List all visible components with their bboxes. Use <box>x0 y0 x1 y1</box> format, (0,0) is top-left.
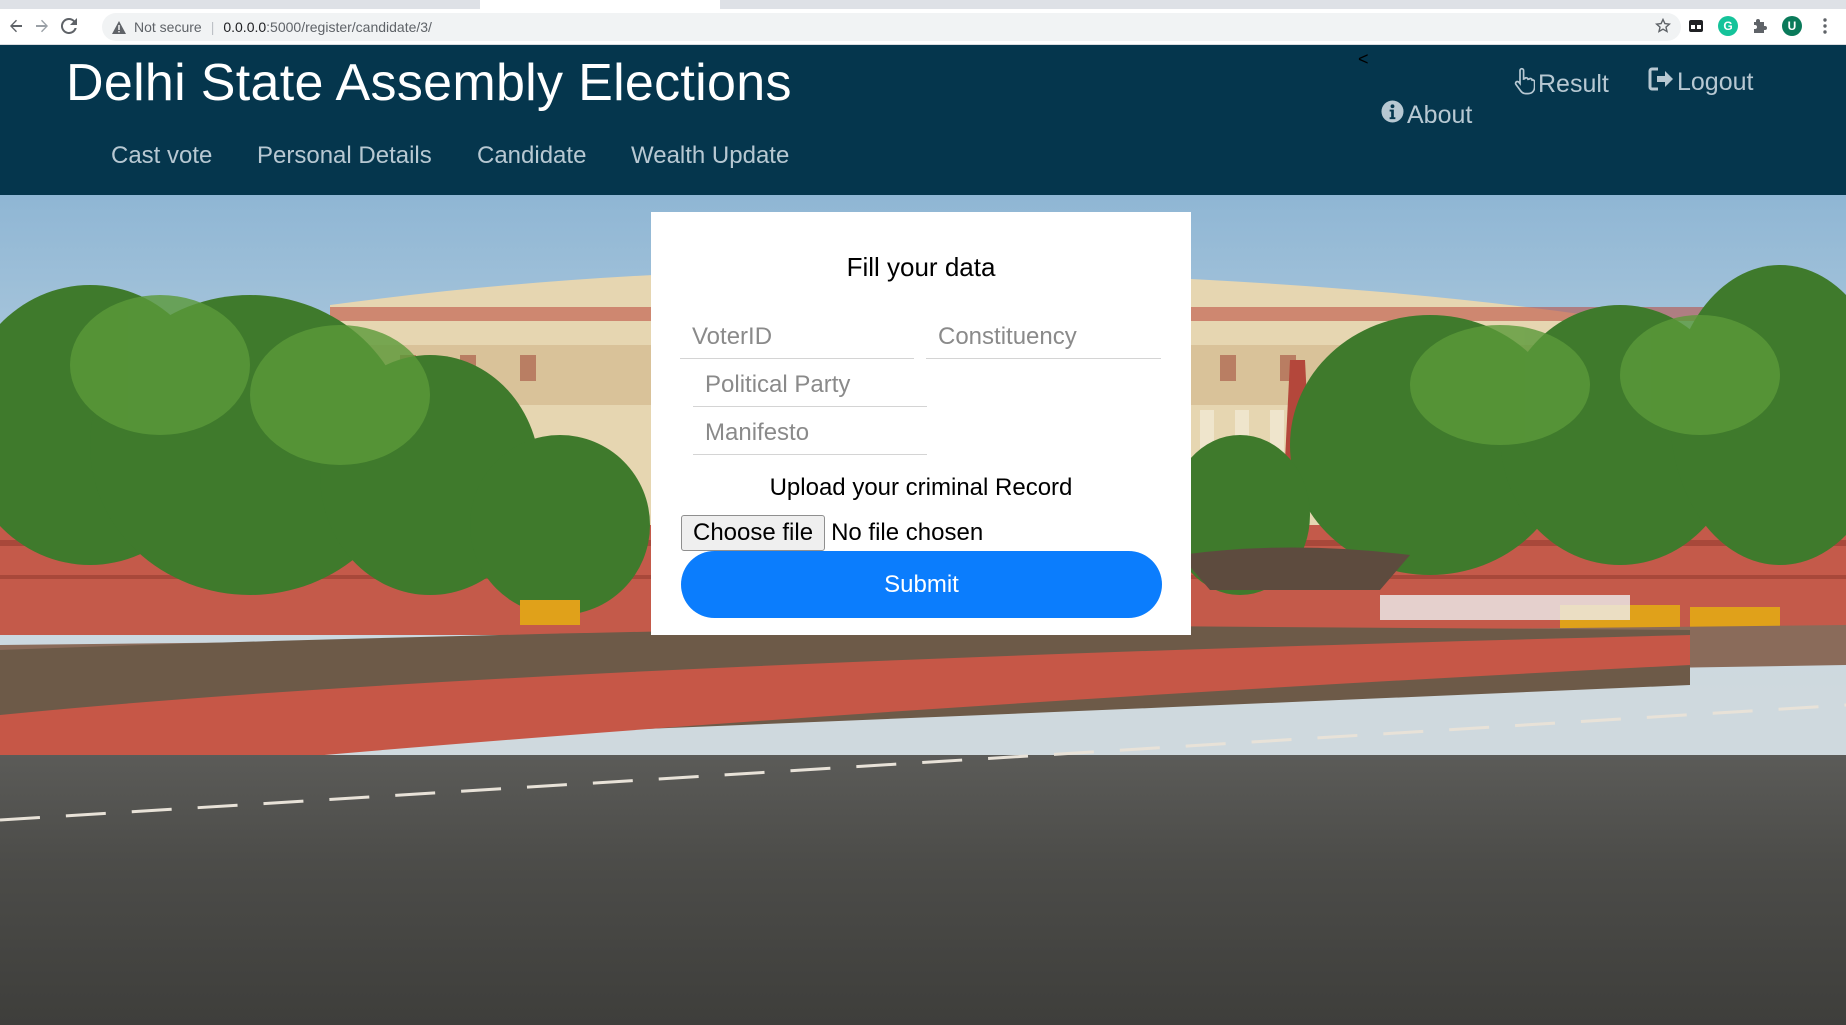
grammarly-extension-icon[interactable]: G <box>1718 16 1738 36</box>
about-link[interactable]: About <box>1381 100 1472 130</box>
logout-link[interactable]: Logout <box>1648 67 1753 98</box>
about-label: About <box>1407 100 1473 129</box>
nav-personal-details[interactable]: Personal Details <box>257 142 432 170</box>
hand-pointer-icon <box>1513 67 1538 102</box>
site-title: Delhi State Assembly Elections <box>66 54 792 112</box>
forward-arrow-icon[interactable] <box>28 12 56 40</box>
chrome-menu-icon[interactable] <box>1815 16 1835 36</box>
caret-glyph: < <box>1358 49 1369 69</box>
browser-toolbar: Not secure | 0.0.0.0:5000/register/candi… <box>0 9 1846 45</box>
form-title: Fill your data <box>846 252 996 282</box>
political-party-input[interactable] <box>693 363 927 407</box>
address-bar[interactable]: Not secure | 0.0.0.0:5000/register/candi… <box>102 13 1681 41</box>
extensions-puzzle-icon[interactable] <box>1750 16 1770 36</box>
file-status: No file chosen <box>831 519 984 546</box>
security-status: Not secure <box>134 19 202 35</box>
constituency-input[interactable] <box>926 315 1161 359</box>
browser-tab-strip <box>0 0 1846 9</box>
upload-label: Upload your criminal Record <box>769 474 1073 501</box>
url-separator: | <box>210 19 215 35</box>
sign-out-icon <box>1648 67 1677 98</box>
submit-button[interactable]: Submit <box>681 551 1162 618</box>
site-header: Delhi State Assembly Elections < Cast vo… <box>0 45 1846 195</box>
choose-file-button[interactable]: Choose file <box>681 515 826 551</box>
url-path: :5000/register/candidate/3/ <box>266 19 432 35</box>
result-label: Result <box>1538 70 1609 98</box>
info-circle-icon <box>1381 100 1407 130</box>
result-link[interactable]: Result <box>1513 67 1609 102</box>
nav-wealth-update[interactable]: Wealth Update <box>631 142 789 170</box>
logout-label: Logout <box>1677 68 1754 96</box>
bookmark-star-icon[interactable] <box>1654 17 1672 37</box>
warning-icon <box>112 20 126 34</box>
manifesto-input[interactable] <box>693 411 927 455</box>
active-tab[interactable] <box>480 0 720 9</box>
tab-search-icon[interactable] <box>1686 16 1706 36</box>
back-arrow-icon[interactable] <box>2 12 30 40</box>
profile-avatar[interactable]: U <box>1782 16 1802 36</box>
url-host: 0.0.0.0 <box>223 19 267 35</box>
nav-cast-vote[interactable]: Cast vote <box>111 142 212 170</box>
candidate-form-card: Fill your data Upload your criminal Reco… <box>651 212 1191 635</box>
reload-icon[interactable] <box>55 12 83 40</box>
file-upload: Choose file No file chosen <box>681 515 983 551</box>
voter-id-input[interactable] <box>680 315 914 359</box>
nav-candidate[interactable]: Candidate <box>477 142 586 170</box>
